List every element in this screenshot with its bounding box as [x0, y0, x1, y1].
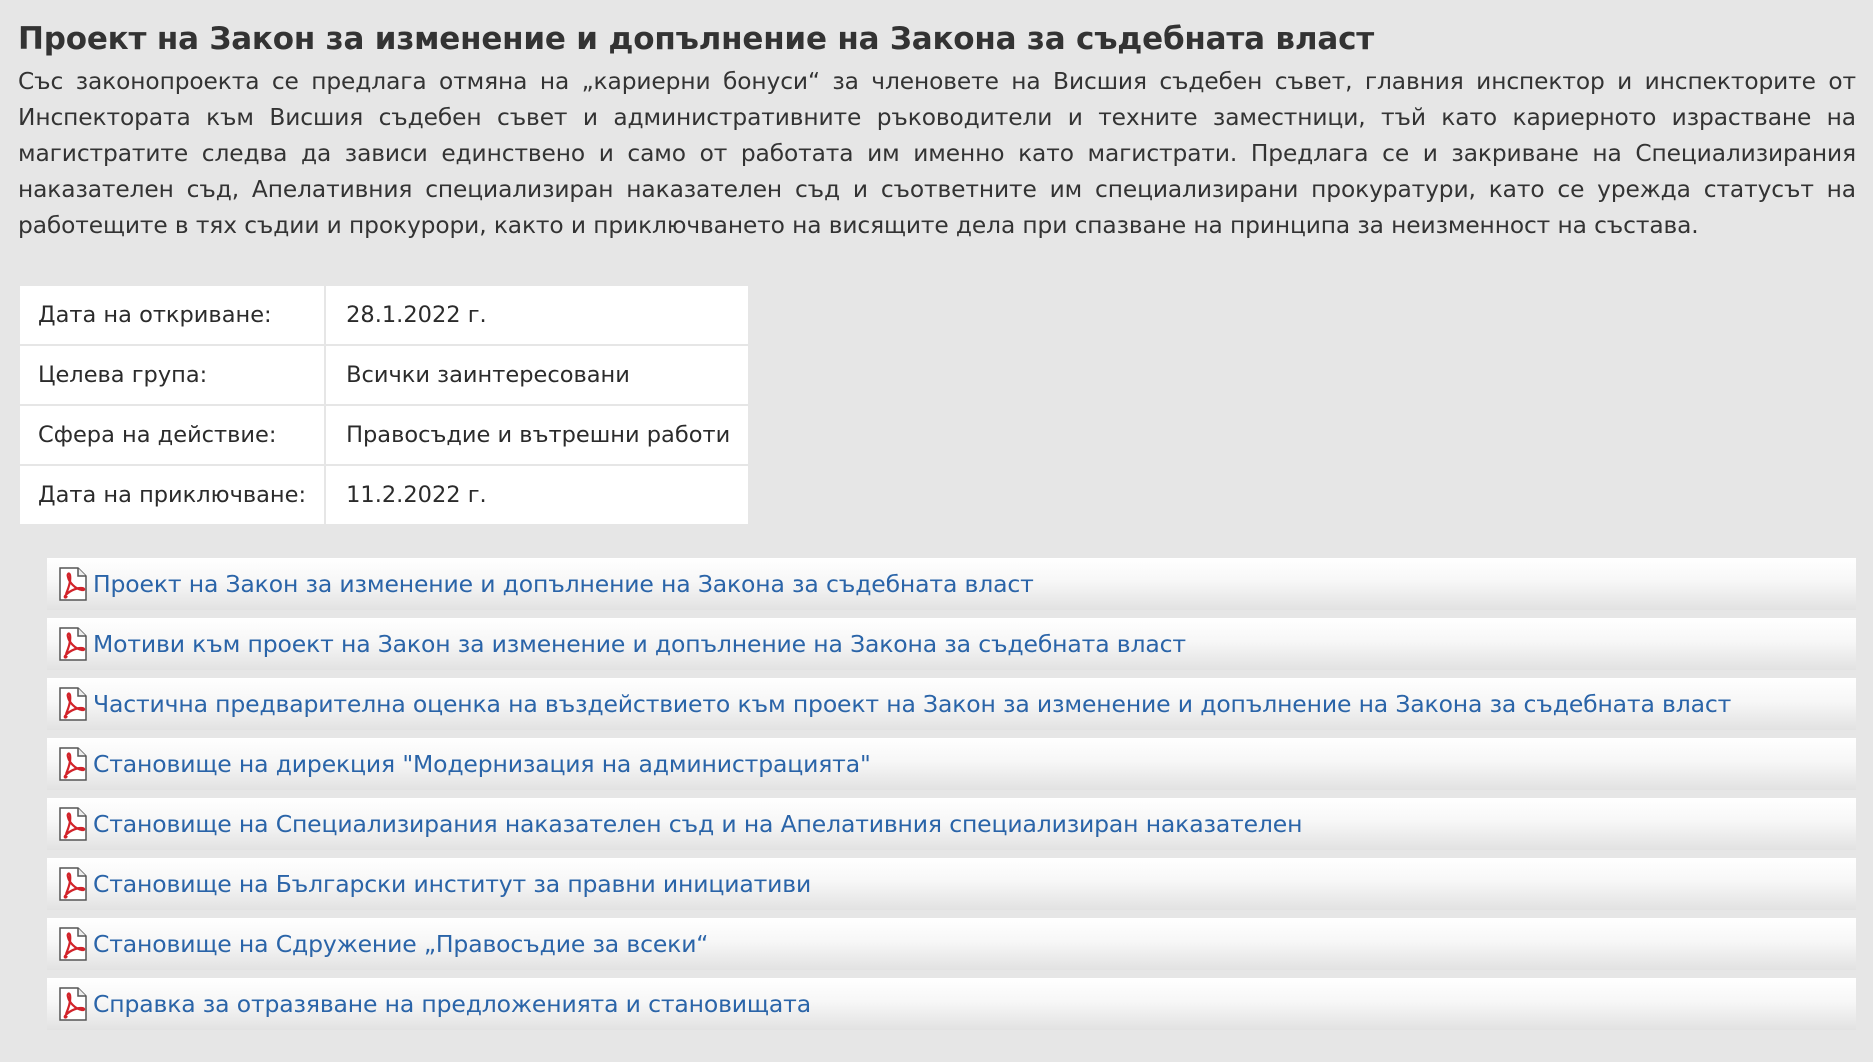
document-link[interactable]: Частична предварителна оценка на въздейс… — [93, 690, 1731, 718]
document-link[interactable]: Становище на Сдружение „Правосъдие за вс… — [93, 930, 708, 958]
document-item[interactable]: Проект на Закон за изменение и допълнени… — [47, 558, 1856, 610]
details-key: Целева група: — [17, 344, 327, 406]
details-row-target-group: Целева група: Всички заинтересовани — [17, 344, 751, 406]
document-item[interactable]: Становище на Специализирания наказателен… — [47, 798, 1856, 850]
details-key: Дата на откриване: — [17, 284, 327, 346]
intro-paragraph: Със законопроекта се предлага отмяна на … — [18, 68, 1856, 239]
details-row-opening-date: Дата на откриване: 28.1.2022 г. — [17, 284, 751, 346]
document-item[interactable]: Частична предварителна оценка на въздейс… — [47, 678, 1856, 730]
consultation-page: Проект на Закон за изменение и допълнени… — [17, 18, 1856, 1038]
details-row-closing-date: Дата на приключване: 11.2.2022 г. — [17, 464, 751, 526]
details-key: Дата на приключване: — [17, 464, 327, 526]
document-link[interactable]: Проект на Закон за изменение и допълнени… — [93, 570, 1034, 598]
details-key: Сфера на действие: — [17, 404, 327, 466]
document-link[interactable]: Мотиви към проект на Закон за изменение … — [93, 630, 1186, 658]
pdf-icon[interactable] — [57, 927, 89, 961]
pdf-icon[interactable] — [57, 627, 89, 661]
document-link[interactable]: Становище на Български институт за правн… — [93, 870, 811, 898]
documents-list: Проект на Закон за изменение и допълнени… — [47, 558, 1856, 1030]
page-title: Проект на Закон за изменение и допълнени… — [18, 21, 1375, 57]
document-item[interactable]: Становище на дирекция "Модернизация на а… — [47, 738, 1856, 790]
consultation-details-table: Дата на откриване: 28.1.2022 г. Целева г… — [17, 284, 751, 526]
document-item[interactable]: Становище на Български институт за правн… — [47, 858, 1856, 910]
document-item[interactable]: Становище на Сдружение „Правосъдие за вс… — [47, 918, 1856, 970]
pdf-icon[interactable] — [57, 687, 89, 721]
details-value: Правосъдие и вътрешни работи — [324, 404, 751, 466]
details-row-scope: Сфера на действие: Правосъдие и вътрешни… — [17, 404, 751, 466]
document-item[interactable]: Мотиви към проект на Закон за изменение … — [47, 618, 1856, 670]
document-link[interactable]: Становище на Специализирания наказателен… — [93, 810, 1302, 838]
details-value: 28.1.2022 г. — [324, 284, 751, 346]
pdf-icon[interactable] — [57, 567, 89, 601]
document-link[interactable]: Справка за отразяване на предложенията и… — [93, 990, 811, 1018]
pdf-icon[interactable] — [57, 867, 89, 901]
details-value: 11.2.2022 г. — [324, 464, 751, 526]
pdf-icon[interactable] — [57, 747, 89, 781]
pdf-icon[interactable] — [57, 807, 89, 841]
document-item[interactable]: Справка за отразяване на предложенията и… — [47, 978, 1856, 1030]
document-link[interactable]: Становище на дирекция "Модернизация на а… — [93, 750, 871, 778]
details-value: Всички заинтересовани — [324, 344, 751, 406]
pdf-icon[interactable] — [57, 987, 89, 1021]
